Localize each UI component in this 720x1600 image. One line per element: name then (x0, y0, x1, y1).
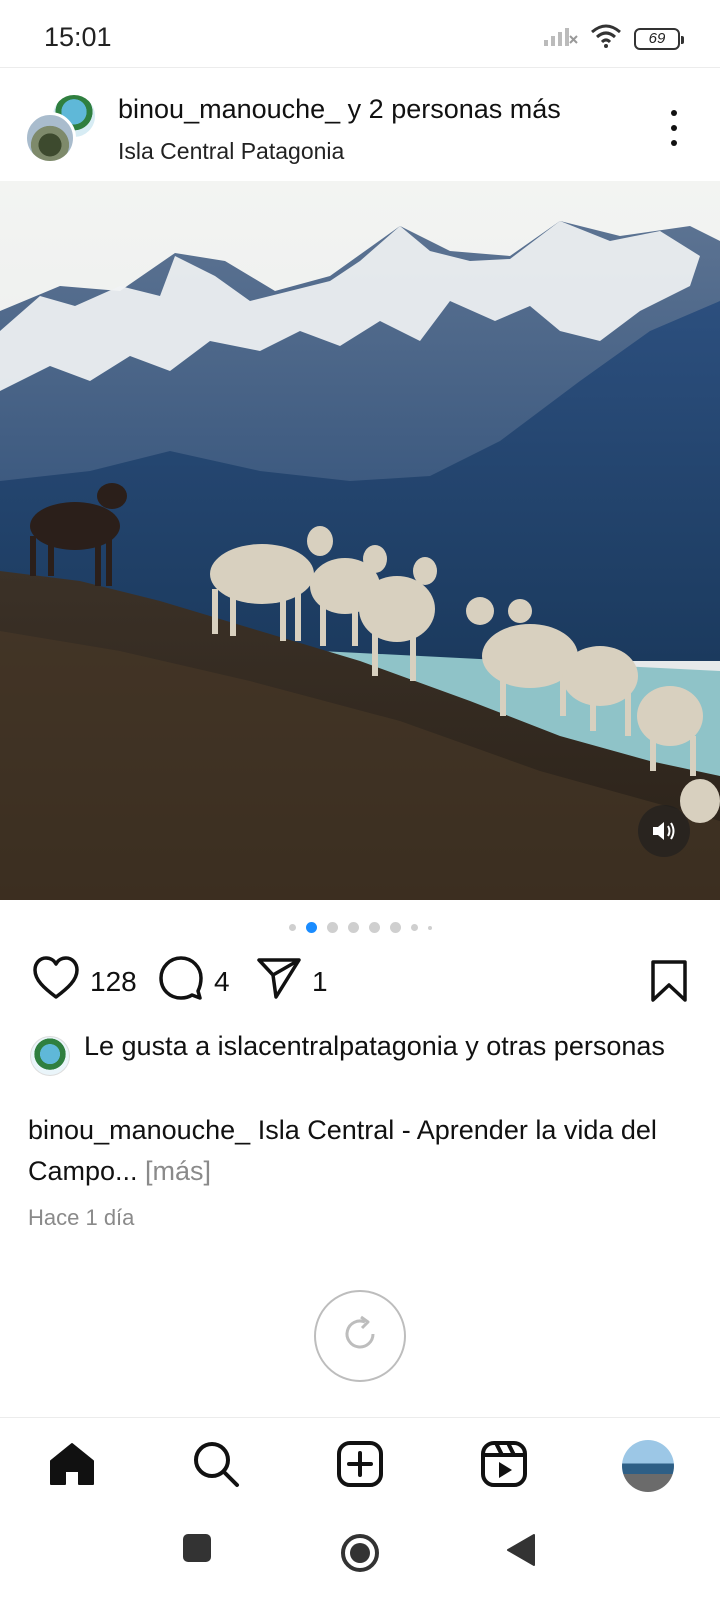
share-count[interactable]: 1 (312, 966, 328, 998)
liker-avatar (30, 1036, 70, 1076)
wifi-icon (590, 24, 622, 53)
more-dot-icon (671, 140, 677, 146)
search-icon (192, 1440, 240, 1493)
collab-avatars[interactable] (24, 90, 104, 170)
post-header: binou_manouche_ y 2 personas más Isla Ce… (0, 70, 720, 180)
send-icon[interactable] (256, 955, 302, 1008)
heart-icon[interactable] (32, 955, 80, 1008)
carousel-dot (368, 922, 380, 933)
mute-toggle-button[interactable] (638, 805, 690, 857)
carousel-dot (288, 924, 296, 931)
home-system-button[interactable] (340, 1533, 380, 1578)
nav-search[interactable] (190, 1440, 242, 1492)
liker-username[interactable]: islacentralpatagonia (218, 1031, 458, 1061)
back-triangle-icon (506, 1534, 536, 1571)
system-navigation (0, 1511, 720, 1600)
nav-create[interactable] (334, 1440, 386, 1492)
post-author-link[interactable]: binou_manouche_ y 2 personas más (118, 94, 561, 125)
bookmark-icon (650, 960, 688, 1007)
post-timestamp: Hace 1 día (28, 1205, 135, 1230)
like-count[interactable]: 128 (90, 966, 137, 998)
likes-text: Le gusta a islacentralpatagonia y otras … (84, 1028, 670, 1065)
comment-count[interactable]: 4 (214, 966, 230, 998)
comment-action: 4 (158, 955, 230, 1008)
post-actions: 128 4 1 (0, 955, 720, 1011)
reels-icon (480, 1440, 528, 1493)
post-media[interactable] (0, 181, 720, 900)
post-location-link[interactable]: Isla Central Patagonia (118, 138, 344, 165)
status-time: 15:01 (44, 22, 112, 52)
comment-icon[interactable] (158, 955, 204, 1008)
home-icon (48, 1441, 96, 1492)
status-bar: 15:01 69 (0, 0, 720, 68)
refresh-button[interactable] (314, 1290, 406, 1382)
carousel-dot (326, 922, 338, 933)
post-caption: binou_manouche_ Isla Central - Aprender … (28, 1110, 688, 1192)
recents-button[interactable] (182, 1533, 212, 1568)
carousel-dot (347, 922, 359, 933)
likes-summary[interactable]: Le gusta a islacentralpatagonia y otras … (30, 1028, 670, 1076)
more-dot-icon (671, 110, 677, 116)
square-icon (182, 1534, 212, 1567)
save-button[interactable] (650, 959, 688, 1008)
share-action: 1 (256, 955, 328, 1008)
bottom-navigation (0, 1417, 720, 1511)
profile-avatar[interactable] (622, 1440, 674, 1492)
carousel-dot (389, 922, 401, 933)
circle-icon (340, 1534, 380, 1577)
carousel-dot (410, 924, 418, 931)
like-action: 128 (32, 955, 137, 1008)
signal-icon (544, 25, 578, 52)
nav-reels[interactable] (478, 1440, 530, 1492)
likes-suffix[interactable]: y otras personas (458, 1031, 665, 1061)
carousel-dot-active (305, 922, 317, 933)
more-dot-icon (671, 125, 677, 131)
likes-prefix: Le gusta a (84, 1031, 218, 1061)
caption-more-link[interactable]: [más] (138, 1156, 211, 1186)
carousel-dot (427, 925, 432, 930)
nav-home[interactable] (46, 1440, 98, 1492)
caption-username[interactable]: binou_manouche_ (28, 1115, 250, 1145)
back-button[interactable] (506, 1533, 536, 1572)
more-options-button[interactable] (668, 110, 680, 146)
status-icons: 69 (544, 24, 684, 53)
sheep-mountain-photo (0, 181, 720, 900)
battery-level: 69 (648, 30, 666, 47)
create-icon (336, 1440, 384, 1493)
battery-icon: 69 (634, 27, 684, 50)
refresh-icon (341, 1315, 379, 1358)
avatar-binou[interactable] (24, 112, 76, 164)
carousel-indicator (0, 922, 720, 933)
speaker-icon (651, 820, 677, 842)
